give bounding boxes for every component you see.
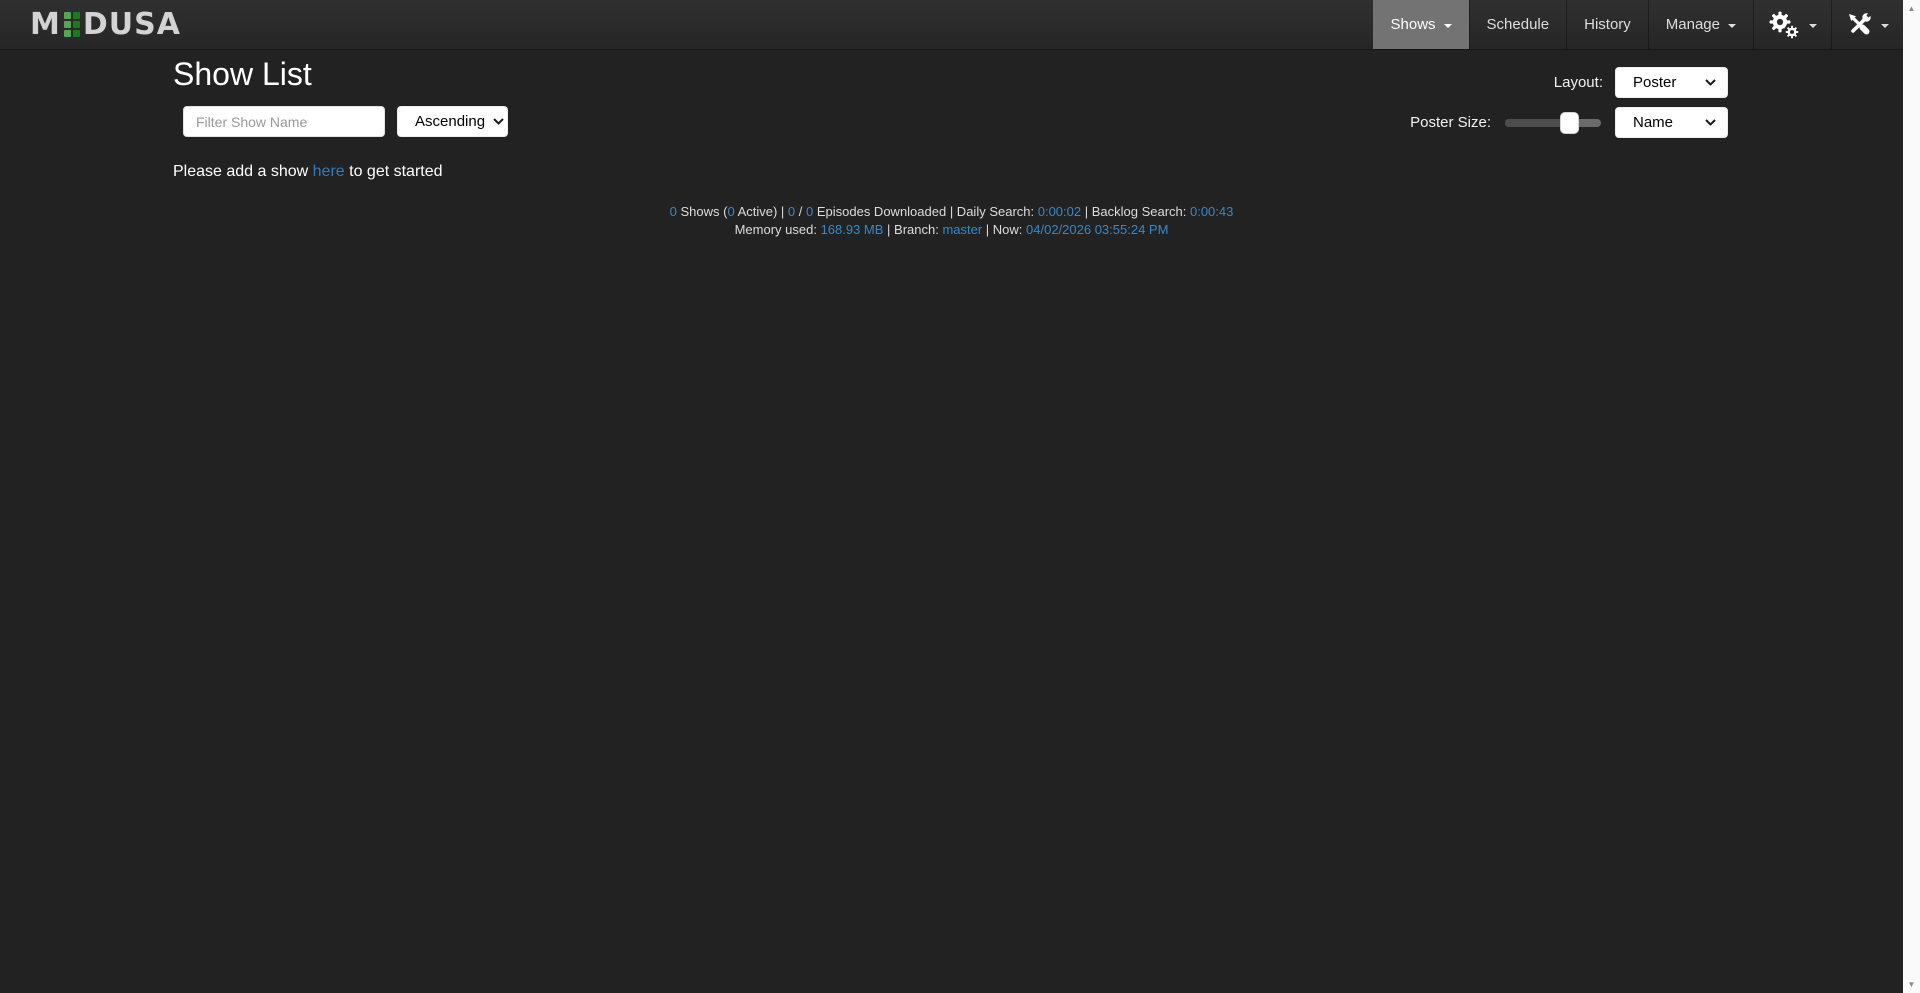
add-show-link[interactable]: here <box>313 163 345 180</box>
layout-label: Layout: <box>1554 74 1603 91</box>
nav-schedule-label: Schedule <box>1487 16 1550 33</box>
caret-down-icon <box>1728 24 1736 28</box>
logo-text-m: M <box>30 7 61 42</box>
stats-line-2: Memory used: 168.93 MB | Branch: master … <box>0 221 1903 239</box>
poster-sort-selected-value: Name <box>1633 114 1673 131</box>
sort-order-selected-value: Ascending <box>415 113 485 130</box>
nav-menu: Shows Schedule History Manage <box>1373 0 1903 49</box>
sort-order-select[interactable]: Ascending <box>397 106 508 137</box>
page-title: Show List <box>173 55 312 93</box>
vertical-scrollbar[interactable]: ▲ ▼ <box>1903 0 1920 993</box>
active-shows-count: 0 <box>727 204 734 219</box>
empty-show-list-message: Please add a show here to get started <box>173 163 443 181</box>
slider-thumb[interactable] <box>1560 112 1579 134</box>
scrollbar-up-arrow[interactable]: ▲ <box>1903 0 1920 17</box>
layout-select[interactable]: Poster <box>1615 67 1728 98</box>
chevron-down-icon <box>1705 119 1716 126</box>
slider-fill <box>1505 119 1560 127</box>
stats-footer: 0 Shows (0 Active) | 0 / 0 Episodes Down… <box>0 203 1903 238</box>
empty-message-text: Please add a show <box>173 163 313 180</box>
nav-schedule[interactable]: Schedule <box>1469 0 1567 49</box>
poster-size-control: Poster Size: Name <box>1410 107 1728 138</box>
logo-text-dusa: DUSA <box>83 7 181 42</box>
daily-search-time: 0:00:02 <box>1038 204 1081 219</box>
nav-shows[interactable]: Shows <box>1373 0 1469 49</box>
caret-down-icon <box>1809 24 1817 28</box>
poster-size-label: Poster Size: <box>1410 114 1491 131</box>
nav-config[interactable] <box>1753 0 1831 49</box>
screwdriver-wrench-icon <box>1846 11 1873 38</box>
medusa-logo[interactable]: M DUSA <box>30 0 181 49</box>
gears-icon <box>1768 10 1801 40</box>
caret-down-icon <box>1881 24 1889 28</box>
nav-history-label: History <box>1584 16 1631 33</box>
nav-tools[interactable] <box>1831 0 1903 49</box>
memory-used-value: 168.93 MB <box>821 222 884 237</box>
backlog-search-time: 0:00:43 <box>1190 204 1233 219</box>
current-datetime: 04/02/2026 03:55:24 PM <box>1026 222 1168 237</box>
top-navbar: M DUSA Shows Schedule History Manage <box>0 0 1903 50</box>
chevron-down-icon <box>1705 79 1716 86</box>
poster-sort-select[interactable]: Name <box>1615 107 1728 138</box>
nav-manage[interactable]: Manage <box>1648 0 1753 49</box>
branch-name[interactable]: master <box>942 222 982 237</box>
medusa-grid-icon <box>64 12 80 37</box>
filter-show-name-input[interactable] <box>183 106 385 137</box>
nav-history[interactable]: History <box>1566 0 1648 49</box>
layout-selected-value: Poster <box>1633 74 1676 91</box>
layout-control: Layout: Poster <box>1554 67 1728 98</box>
empty-message-text: to get started <box>345 163 443 180</box>
nav-shows-label: Shows <box>1391 16 1436 33</box>
show-list-page: Show List Layout: Poster Ascending Poste… <box>0 50 1903 993</box>
stats-line-1: 0 Shows (0 Active) | 0 / 0 Episodes Down… <box>0 203 1903 221</box>
scrollbar-down-arrow[interactable]: ▼ <box>1903 976 1920 993</box>
caret-down-icon <box>1444 24 1452 28</box>
shows-count: 0 <box>670 204 677 219</box>
chevron-down-icon <box>493 118 504 125</box>
nav-manage-label: Manage <box>1666 16 1720 33</box>
poster-size-slider[interactable] <box>1505 119 1601 127</box>
